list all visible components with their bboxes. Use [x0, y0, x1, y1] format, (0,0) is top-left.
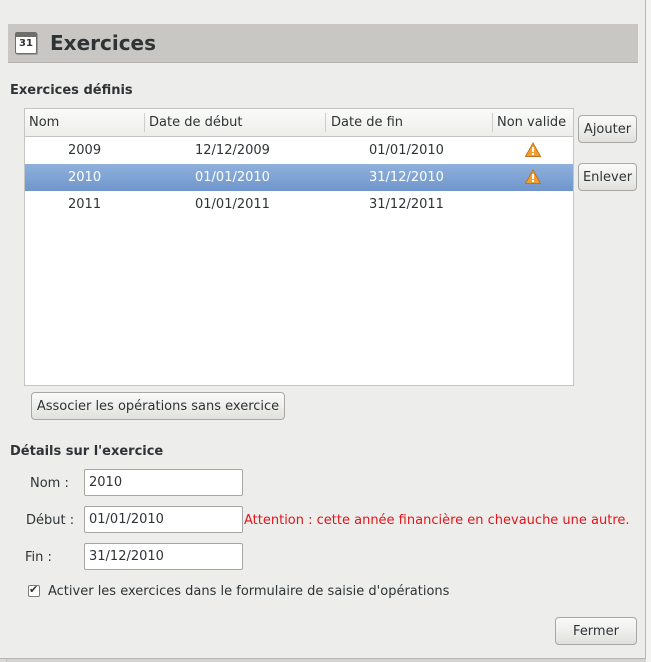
- window-right-edge: [646, 0, 651, 662]
- row-name: 2009: [68, 143, 102, 158]
- add-button[interactable]: Ajouter: [578, 115, 637, 143]
- warning-icon: [525, 142, 541, 157]
- activate-exercises-checkbox[interactable]: ✔: [28, 583, 40, 597]
- column-header-end[interactable]: Date de fin: [331, 115, 403, 130]
- start-date-field[interactable]: [84, 506, 243, 533]
- row-start: 01/01/2011: [195, 197, 270, 212]
- table-row[interactable]: 2009 12/12/2009 01/01/2010: [25, 137, 573, 164]
- table-row[interactable]: 2011 01/01/2011 31/12/2011: [25, 191, 573, 218]
- end-label: Fin :: [25, 550, 52, 565]
- activate-exercises-label[interactable]: Activer les exercices dans le formulaire…: [48, 584, 449, 599]
- remove-button[interactable]: Enlever: [578, 163, 637, 191]
- exercises-section-title: Exercices définis: [10, 83, 133, 98]
- row-name: 2010: [68, 170, 102, 185]
- row-start: 01/01/2010: [195, 170, 270, 185]
- details-section-title: Détails sur l'exercice: [10, 444, 164, 459]
- warning-icon: [525, 169, 541, 184]
- dialog-title: Exercices: [50, 31, 157, 55]
- calendar-icon: 31: [15, 32, 37, 54]
- column-header-start[interactable]: Date de début: [149, 115, 242, 130]
- exercices-dialog: 31 Exercices Exercices définis Nom Date …: [0, 0, 646, 659]
- checkmark-icon: ✔: [29, 583, 39, 596]
- overlap-warning: Attention : cette année financière en ch…: [244, 513, 630, 528]
- exercises-table[interactable]: Nom Date de début Date de fin Non valide…: [24, 108, 574, 386]
- table-row-selected[interactable]: 2010 01/01/2010 31/12/2010: [25, 164, 573, 191]
- column-header-invalid[interactable]: Non valide: [497, 115, 566, 130]
- close-button[interactable]: Fermer: [555, 617, 637, 645]
- row-end: 31/12/2010: [369, 170, 444, 185]
- associate-operations-button[interactable]: Associer les opérations sans exercice: [31, 392, 285, 420]
- end-date-field[interactable]: [84, 543, 243, 570]
- table-header: Nom Date de début Date de fin Non valide: [25, 109, 573, 137]
- row-name: 2011: [68, 197, 102, 212]
- row-end: 31/12/2011: [369, 197, 444, 212]
- column-header-name[interactable]: Nom: [29, 115, 59, 130]
- row-end: 01/01/2010: [369, 143, 444, 158]
- start-label: Début :: [26, 513, 75, 528]
- name-label: Nom :: [30, 476, 69, 491]
- dialog-header: 31 Exercices: [8, 24, 638, 63]
- name-field[interactable]: [84, 469, 243, 496]
- row-start: 12/12/2009: [195, 143, 270, 158]
